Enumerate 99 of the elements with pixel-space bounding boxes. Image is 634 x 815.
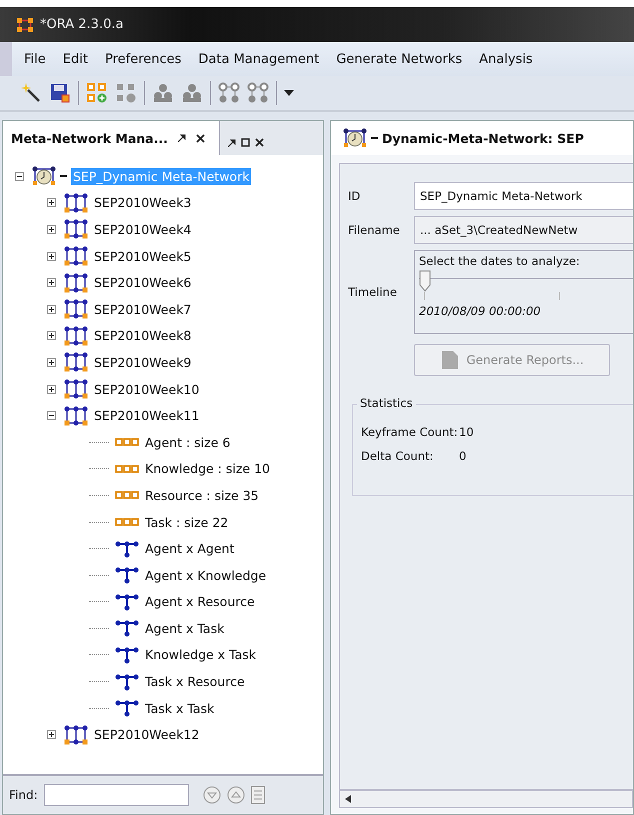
nodeset-icon bbox=[115, 491, 139, 500]
network-icon bbox=[115, 672, 139, 691]
expand-icon[interactable] bbox=[47, 304, 56, 314]
save-icon[interactable] bbox=[49, 82, 71, 104]
tree-item[interactable]: Agent x Knowledge bbox=[143, 566, 268, 584]
expand-icon[interactable] bbox=[47, 198, 56, 208]
stat-label: Delta Count: bbox=[361, 449, 434, 463]
people-icon[interactable] bbox=[181, 82, 203, 104]
expand-icon[interactable] bbox=[47, 331, 56, 340]
maximize-icon[interactable] bbox=[240, 138, 250, 147]
tree-item[interactable]: Task x Task bbox=[143, 700, 216, 717]
expand-icon[interactable] bbox=[47, 358, 56, 367]
tree-item[interactable]: Agent x Resource bbox=[143, 593, 257, 610]
network-icon bbox=[115, 646, 139, 664]
timeline-date: 2010/08/09 00:00:00 bbox=[419, 304, 542, 318]
stat-value: 0 bbox=[459, 449, 468, 463]
tree-item[interactable]: SEP2010Week6 bbox=[92, 274, 194, 292]
window-title: *ORA 2.3.0.a bbox=[40, 17, 124, 32]
tree-item[interactable]: Agent x Task bbox=[143, 620, 226, 637]
tree-item[interactable]: SEP2010Week7 bbox=[92, 300, 194, 318]
tree-item[interactable]: Task x Resource bbox=[143, 673, 247, 690]
id-label: ID bbox=[348, 189, 362, 203]
network-icon bbox=[64, 352, 88, 372]
stat-label: Keyframe Count: bbox=[361, 425, 459, 439]
app-icon bbox=[16, 16, 34, 32]
filename-field[interactable]: ... aSet_3\CreatedNewNetw bbox=[414, 216, 633, 244]
close-icon[interactable] bbox=[196, 134, 205, 142]
tree-item[interactable]: SEP2010Week10 bbox=[92, 380, 202, 398]
find-field[interactable] bbox=[44, 784, 189, 806]
tree-item[interactable]: Resource : size 35 bbox=[143, 486, 261, 504]
tree-item[interactable]: SEP2010Week11 bbox=[92, 407, 202, 424]
network-icon bbox=[115, 592, 139, 611]
nodeset-icon bbox=[115, 438, 139, 446]
menu-item[interactable]: Generate Networks bbox=[336, 52, 462, 66]
menu-item[interactable]: Edit bbox=[62, 52, 88, 66]
collapse-icon[interactable] bbox=[15, 172, 24, 181]
add-network-icon[interactable] bbox=[86, 82, 108, 104]
network-icon bbox=[64, 406, 88, 426]
wand-icon[interactable] bbox=[20, 82, 42, 104]
network-icon bbox=[64, 299, 88, 320]
pin-icon[interactable] bbox=[178, 134, 186, 142]
tree-item[interactable]: Knowledge x Task bbox=[143, 646, 258, 664]
network-icon bbox=[64, 272, 88, 293]
slider-thumb[interactable] bbox=[419, 270, 431, 292]
panel-title: Meta-Network Mana... bbox=[11, 130, 168, 146]
tree-item[interactable]: Knowledge : size 10 bbox=[143, 460, 272, 478]
expand-icon[interactable] bbox=[47, 252, 56, 261]
collapse-icon[interactable] bbox=[47, 411, 56, 420]
timeline-label: Timeline bbox=[348, 285, 398, 299]
tree-item[interactable]: Agent : size 6 bbox=[143, 434, 232, 451]
network-icon bbox=[64, 326, 88, 346]
menu-item[interactable]: Preferences bbox=[104, 52, 182, 66]
menu-item[interactable]: Analysis bbox=[479, 52, 533, 66]
expand-icon[interactable] bbox=[47, 278, 56, 288]
network-icon bbox=[64, 219, 88, 240]
tree-item[interactable]: SEP2010Week9 bbox=[92, 354, 194, 371]
pin-icon[interactable] bbox=[228, 138, 236, 146]
stat-value: 10 bbox=[459, 425, 475, 439]
expand-icon[interactable] bbox=[47, 224, 56, 234]
find-label: Find: bbox=[9, 788, 38, 802]
tree-item[interactable]: SEP2010Week4 bbox=[92, 220, 194, 238]
network-icon bbox=[64, 192, 88, 213]
network-icon bbox=[115, 540, 139, 558]
network-icon bbox=[115, 566, 139, 584]
dash-icon bbox=[371, 137, 378, 139]
network-icon bbox=[64, 379, 88, 400]
tree-item[interactable]: Task : size 22 bbox=[143, 514, 230, 531]
expand-icon[interactable] bbox=[47, 730, 56, 740]
network-icon bbox=[64, 246, 88, 266]
network-icon bbox=[64, 724, 88, 745]
statistics-title: Statistics bbox=[357, 396, 416, 410]
menu-item[interactable]: File bbox=[24, 52, 46, 66]
network-icon bbox=[115, 699, 139, 718]
expand-icon[interactable] bbox=[47, 384, 56, 394]
panel-title: Dynamic-Meta-Network: SEP bbox=[382, 130, 584, 146]
tree-item[interactable]: Agent x Agent bbox=[143, 540, 236, 558]
clock-network-icon bbox=[32, 166, 56, 186]
network-icon bbox=[115, 619, 139, 638]
close-icon[interactable] bbox=[254, 138, 264, 147]
dash-icon bbox=[60, 175, 67, 178]
panel-tab[interactable]: Meta-Network Mana... bbox=[3, 121, 220, 155]
nodeset-icon bbox=[115, 518, 139, 526]
id-field[interactable]: SEP_Dynamic Meta-Network bbox=[414, 182, 633, 210]
clock-network-icon bbox=[343, 128, 367, 148]
nodes-icon[interactable] bbox=[218, 82, 240, 104]
horizontal-scrollbar[interactable] bbox=[339, 790, 633, 808]
tree-item[interactable]: SEP2010Week8 bbox=[92, 327, 194, 344]
tree-item[interactable]: SEP2010Week3 bbox=[92, 194, 194, 212]
dropdown-caret-icon[interactable] bbox=[284, 90, 294, 96]
people-icon[interactable] bbox=[152, 82, 174, 104]
menu-item[interactable]: Data Management bbox=[198, 52, 320, 66]
report-icon bbox=[440, 350, 460, 370]
nodes-icon[interactable] bbox=[247, 82, 269, 104]
filename-label: Filename bbox=[348, 223, 401, 237]
tree-item[interactable]: SEP2010Week12 bbox=[92, 726, 202, 744]
left-arrow-icon[interactable] bbox=[345, 795, 351, 803]
nodeset-icon bbox=[115, 464, 139, 473]
timeline-prompt: Select the dates to analyze: bbox=[419, 254, 581, 268]
tree-item[interactable]: SEP2010Week5 bbox=[92, 248, 194, 265]
